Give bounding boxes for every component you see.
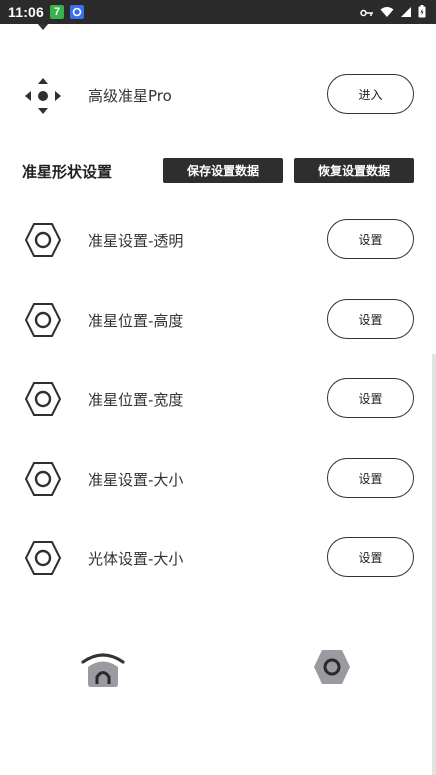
set-opacity-button[interactable]: 设置 (327, 219, 414, 259)
chevron-down-icon (36, 24, 50, 35)
status-bar: 11:06 7 (0, 0, 436, 24)
hexagon-settings-icon (312, 648, 352, 690)
hexagon-nut-icon (24, 381, 62, 417)
scrollbar[interactable] (432, 354, 436, 775)
nav-settings[interactable] (307, 644, 357, 694)
status-right (360, 3, 426, 22)
setting-row-opacity: 准星设置-透明 设置 (0, 209, 436, 269)
home-icon (80, 646, 126, 692)
settings-content[interactable]: 高级准星Pro 进入 准星形状设置 保存设置数据 恢复设置数据 准星设置-透明 … (0, 24, 436, 775)
advanced-crosshair-row: 高级准星Pro 进入 (0, 64, 436, 124)
restore-settings-button[interactable]: 恢复设置数据 (294, 158, 414, 183)
battery-icon (418, 3, 426, 22)
setting-row-size: 准星设置-大小 设置 (0, 448, 436, 508)
dpad-icon (24, 77, 62, 114)
setting-label-height: 准星位置-高度 (88, 312, 184, 330)
set-size-button[interactable]: 设置 (327, 458, 414, 498)
enter-button[interactable]: 进入 (327, 74, 414, 114)
bottom-nav (0, 644, 436, 704)
hexagon-nut-icon (24, 302, 62, 338)
status-time: 11:06 (8, 4, 45, 20)
nav-home[interactable] (78, 644, 128, 694)
key-icon (360, 3, 374, 22)
section-title: 准星形状设置 (22, 163, 113, 181)
status-left: 11:06 7 (8, 4, 85, 20)
hexagon-nut-icon (24, 222, 62, 258)
setting-label-size: 准星设置-大小 (88, 471, 184, 489)
section-header: 准星形状设置 保存设置数据 恢复设置数据 (0, 157, 436, 183)
hexagon-nut-icon (24, 461, 62, 497)
setting-row-width: 准星位置-宽度 设置 (0, 368, 436, 428)
setting-label-width: 准星位置-宽度 (88, 391, 184, 409)
signal-icon (400, 3, 412, 22)
setting-label-opacity: 准星设置-透明 (88, 232, 184, 250)
save-settings-button[interactable]: 保存设置数据 (163, 158, 283, 183)
wifi-icon (380, 3, 394, 22)
hexagon-nut-icon (24, 540, 62, 576)
set-height-button[interactable]: 设置 (327, 299, 414, 339)
setting-row-light-size: 光体设置-大小 设置 (0, 527, 436, 587)
setting-label-light-size: 光体设置-大小 (88, 550, 184, 568)
setting-row-height: 准星位置-高度 设置 (0, 289, 436, 349)
partial-row-above (0, 24, 436, 36)
set-light-size-button[interactable]: 设置 (327, 537, 414, 577)
app-notification-icon (70, 5, 85, 19)
set-width-button[interactable]: 设置 (327, 378, 414, 418)
notification-badge-icon: 7 (50, 5, 65, 19)
advanced-crosshair-label: 高级准星Pro (88, 87, 172, 105)
